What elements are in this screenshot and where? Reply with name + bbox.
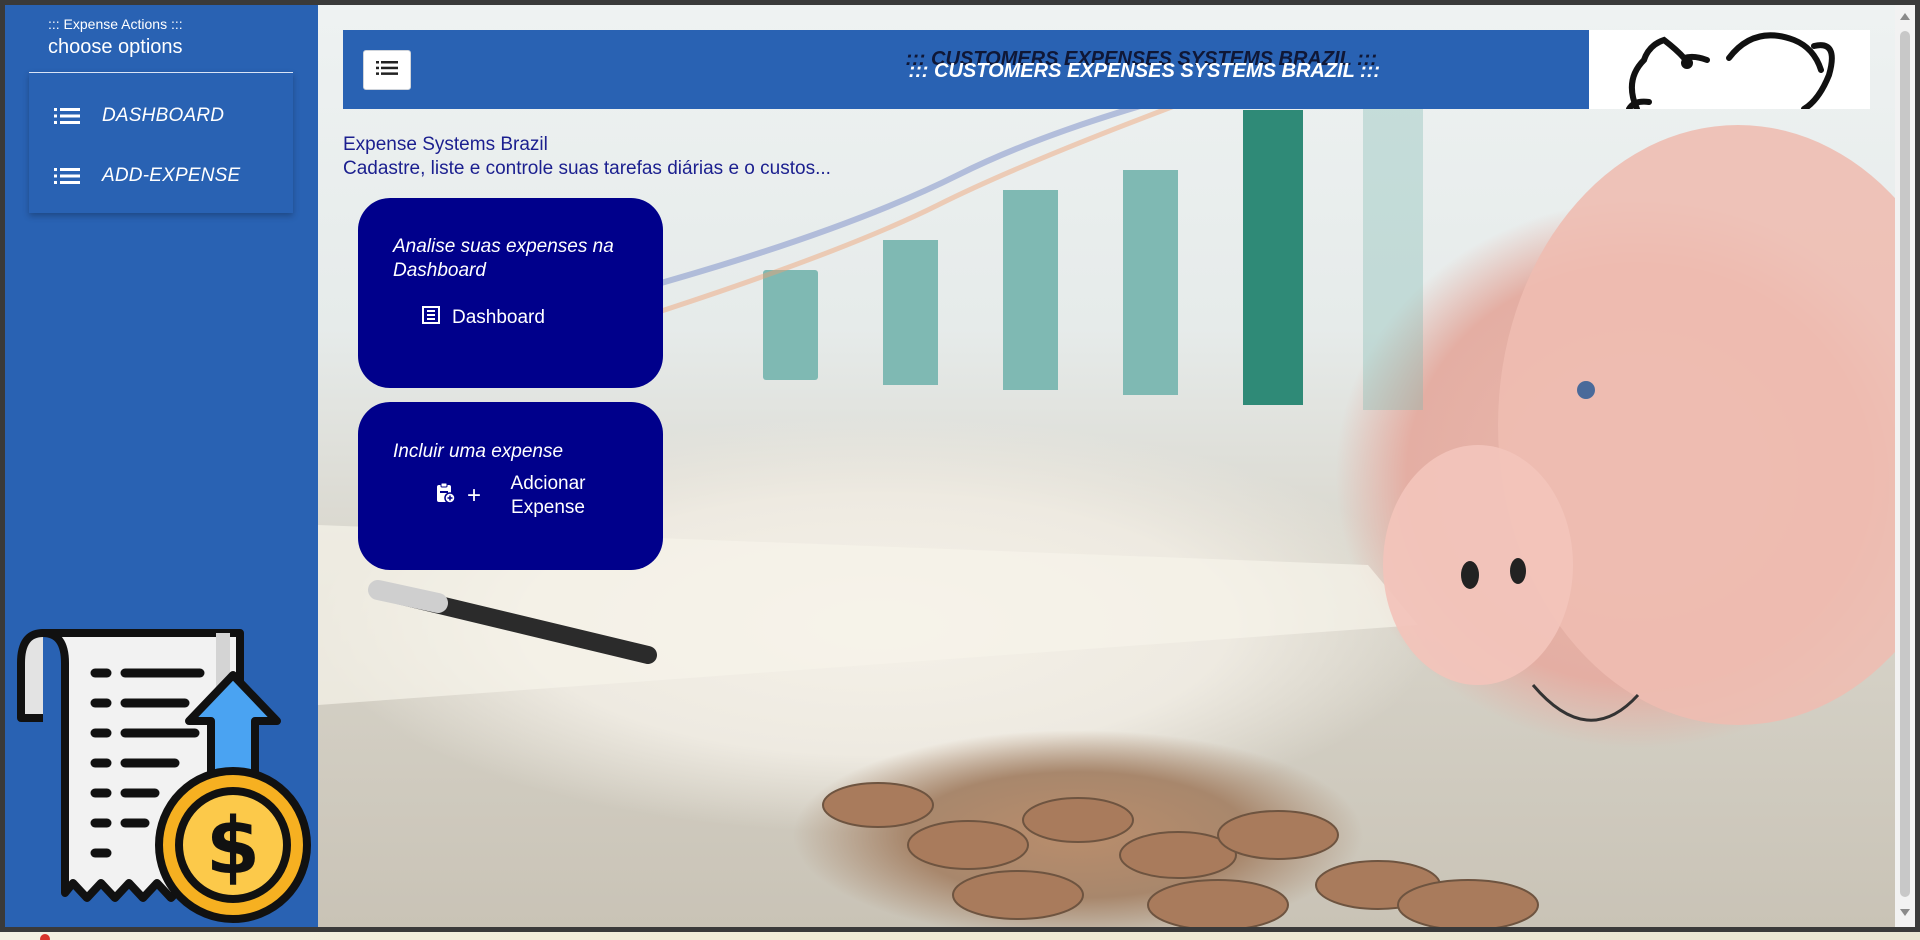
browser-bottom-bar xyxy=(0,932,1920,940)
scroll-thumb[interactable] xyxy=(1900,31,1910,897)
sidebar-menu: DASHBOARD ADD-EXPENSE xyxy=(29,72,293,213)
scroll-up-icon[interactable] xyxy=(1900,13,1910,20)
add-expense-card: Incluir uma expense + Adcionar Expense xyxy=(358,402,663,570)
sidebar-header: ::: Expense Actions ::: choose options xyxy=(48,15,183,60)
scroll-down-icon[interactable] xyxy=(1900,909,1910,916)
card-title: Incluir uma expense xyxy=(393,441,564,462)
dashboard-card: Analise suas expenses na Dashboard Dashb… xyxy=(358,198,663,388)
intro-title: Expense Systems Brazil xyxy=(343,134,548,155)
intro-text: Expense Systems Brazil Cadastre, liste e… xyxy=(343,133,831,181)
sidebar-item-add-expense[interactable]: ADD-EXPENSE xyxy=(29,148,293,204)
sidebar-item-dashboard[interactable]: DASHBOARD xyxy=(29,88,293,144)
sidebar-item-label: DASHBOARD xyxy=(102,105,225,126)
sidebar: ::: Expense Actions ::: choose options D… xyxy=(5,5,318,927)
plus-icon: + xyxy=(467,482,482,509)
card-title: Analise suas expenses na Dashboard xyxy=(393,236,614,281)
page-title: ::: CUSTOMERS EXPENSES SYSTEMS BRAZIL ::… xyxy=(343,30,1589,109)
intro-subtitle: Cadastre, liste e controle suas tarefas … xyxy=(343,158,831,179)
list-icon xyxy=(54,107,80,125)
sidebar-item-label: ADD-EXPENSE xyxy=(102,165,241,186)
dashboard-button-label: Dashboard xyxy=(452,307,545,328)
page-title-text: ::: CUSTOMERS EXPENSES SYSTEMS BRAZIL ::… xyxy=(908,60,1380,82)
header-bar: ::: CUSTOMERS EXPENSES SYSTEMS BRAZIL ::… xyxy=(343,30,1589,109)
add-expense-button-label: Adcionar Expense xyxy=(510,473,586,518)
status-dot xyxy=(40,934,50,940)
list-icon xyxy=(54,167,80,185)
vertical-scrollbar[interactable] xyxy=(1895,5,1915,927)
sidebar-kicker: ::: Expense Actions ::: xyxy=(48,16,183,32)
piggy-logo xyxy=(1589,30,1870,109)
sidebar-title: choose options xyxy=(48,36,183,58)
main-content: ::: CUSTOMERS EXPENSES SYSTEMS BRAZIL ::… xyxy=(318,5,1900,927)
add-expense-button[interactable]: + Adcionar Expense xyxy=(435,472,593,520)
dashboard-button[interactable]: Dashboard xyxy=(422,306,545,330)
svg-text:$: $ xyxy=(206,802,260,892)
app-window: ::: Expense Actions ::: choose options D… xyxy=(5,5,1900,927)
receipt-money-illustration: $ xyxy=(15,623,315,925)
clipboard-add-icon xyxy=(435,482,456,510)
table-icon xyxy=(422,306,440,330)
